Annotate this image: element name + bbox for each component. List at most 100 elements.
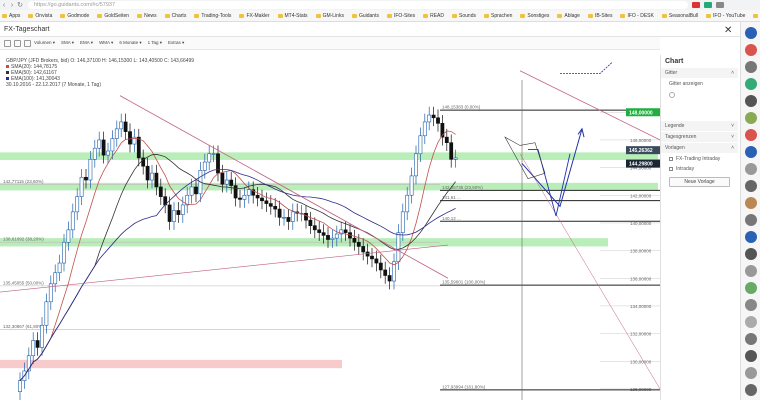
bookmark-item[interactable]: Ablage xyxy=(557,13,580,19)
candle-body xyxy=(202,161,207,171)
toolbar-button[interactable]: Volumen ▾ xyxy=(34,40,55,46)
toolbar-button[interactable]: WMA ▾ xyxy=(99,40,113,46)
avatar[interactable] xyxy=(744,231,757,243)
bookmark-item[interactable]: GoldSeiten xyxy=(97,13,129,19)
bookmark-item[interactable]: FX-Makler xyxy=(239,13,270,19)
bookmark-item[interactable]: GM-Links xyxy=(315,13,344,19)
back-icon[interactable]: ‹ xyxy=(0,2,8,9)
toolbar-button[interactable]: Extras ▾ xyxy=(168,40,184,46)
reload-icon[interactable]: ↻ xyxy=(16,1,24,9)
bookmark-item[interactable]: MT4-Stats xyxy=(277,13,308,19)
avatar[interactable] xyxy=(744,367,757,379)
candle-body xyxy=(176,210,181,215)
section-gitter[interactable]: Gitter ˄ xyxy=(661,68,738,78)
candle-body xyxy=(378,262,383,271)
level-label: 142,77115 (23,60%) xyxy=(3,179,44,184)
avatar[interactable] xyxy=(744,27,757,39)
candle-body xyxy=(374,258,379,264)
bookmark-item[interactable]: IFO - DESK xyxy=(620,13,654,19)
avatar[interactable] xyxy=(744,316,757,328)
avatar[interactable] xyxy=(744,384,757,396)
avatar[interactable] xyxy=(744,282,757,294)
bookmark-label: IB-Sites xyxy=(594,12,613,19)
avatar[interactable] xyxy=(744,265,757,277)
price-chart[interactable]: 148,00000146,00000144,00000142,00000140,… xyxy=(0,50,660,400)
crosshair-icon[interactable] xyxy=(24,39,31,47)
template-item[interactable]: Intraday xyxy=(661,164,738,174)
bookmark-item[interactable]: Charts xyxy=(164,12,187,19)
template-label: FX-Trading Intraday xyxy=(676,156,721,162)
candle-body xyxy=(260,197,264,202)
bookmark-item[interactable]: Trading-Tools xyxy=(194,13,231,19)
bookmark-item[interactable]: Godmode xyxy=(60,13,89,19)
candle-body xyxy=(317,229,322,233)
section-tagesgrenzen[interactable]: Tagesgrenzen ˅ xyxy=(661,132,738,142)
avatar[interactable] xyxy=(744,333,757,345)
gitter-option[interactable]: Gitter anzeigen xyxy=(661,79,738,89)
toolbar-button[interactable]: 1 Tag ▾ xyxy=(148,40,162,46)
close-icon[interactable]: ✕ xyxy=(724,25,732,36)
bookmark-item[interactable]: Sonstiges xyxy=(520,13,549,19)
bookmark-item[interactable]: Guidants xyxy=(351,13,379,19)
draw-icon[interactable] xyxy=(14,39,21,47)
new-template-button[interactable]: Neue Vorlage xyxy=(669,177,730,187)
avatar[interactable] xyxy=(744,95,757,107)
settings-icon[interactable] xyxy=(4,39,11,47)
candle-body xyxy=(229,179,234,186)
candle-body xyxy=(405,194,410,213)
toolbar-button[interactable]: EMA ▾ xyxy=(80,40,93,46)
candle-body xyxy=(312,225,317,231)
folder-icon xyxy=(351,13,357,18)
candle-body xyxy=(84,176,88,181)
extension-icon[interactable] xyxy=(692,2,700,8)
folder-icon xyxy=(587,13,593,18)
avatar[interactable] xyxy=(744,214,757,226)
avatar[interactable] xyxy=(744,44,757,56)
legend-swatch xyxy=(6,77,9,80)
y-tick-label: 146,00000 xyxy=(630,138,652,143)
url-input[interactable]: https://go.guidants.com/#c/57937 xyxy=(28,1,688,9)
bookmark-label: Charts xyxy=(171,12,187,19)
toolbar-button[interactable]: 6 Monate ▾ xyxy=(119,40,141,46)
candle-body xyxy=(189,186,194,196)
section-vorlagen[interactable]: Vorlagen ˄ xyxy=(661,143,738,153)
avatar[interactable] xyxy=(744,248,757,260)
section-legende[interactable]: Legende ˅ xyxy=(661,121,738,131)
avatar[interactable] xyxy=(744,129,757,141)
page-title: FX-Tageschart xyxy=(4,25,50,33)
folder-icon xyxy=(620,13,626,18)
candle-body xyxy=(436,117,440,124)
panel-title: Chart xyxy=(665,58,684,65)
bookmark-item[interactable]: Live - YouTube xyxy=(753,13,760,19)
avatar[interactable] xyxy=(744,146,757,158)
toolbar-button[interactable]: SMA ▾ xyxy=(61,40,74,46)
avatar[interactable] xyxy=(744,299,757,311)
bookmark-item[interactable]: IB-Sites xyxy=(587,12,613,19)
candle-body xyxy=(31,340,36,357)
bookmark-item[interactable]: Onvista xyxy=(28,13,52,19)
bookmark-item[interactable]: SeasonalBull xyxy=(661,13,698,19)
bookmark-item[interactable]: Sprachen xyxy=(483,13,512,19)
forward-icon[interactable]: › xyxy=(8,2,16,9)
avatar[interactable] xyxy=(744,180,757,192)
bookmark-item[interactable]: Sounds xyxy=(452,13,476,19)
template-item[interactable]: FX-Trading Intraday xyxy=(661,154,738,164)
candle-body xyxy=(224,179,229,185)
bookmark-item[interactable]: News xyxy=(137,13,157,19)
extension-icon[interactable] xyxy=(704,2,712,8)
bookmark-item[interactable]: IFO - YouTube xyxy=(706,13,745,19)
avatar[interactable] xyxy=(744,78,757,90)
avatar[interactable] xyxy=(744,61,757,73)
candle-body xyxy=(136,136,141,159)
avatar[interactable] xyxy=(744,163,757,175)
bookmark-item[interactable]: Apps xyxy=(2,13,20,19)
menu-icon[interactable] xyxy=(716,2,724,8)
candle-body xyxy=(66,229,71,243)
bookmark-item[interactable]: IFO-Sites xyxy=(386,13,415,19)
toggle-circle[interactable] xyxy=(669,92,675,98)
avatar[interactable] xyxy=(744,350,757,362)
avatar[interactable] xyxy=(744,197,757,209)
bookmark-item[interactable]: READ xyxy=(423,13,444,19)
projection-path xyxy=(521,128,583,208)
avatar[interactable] xyxy=(744,112,757,124)
